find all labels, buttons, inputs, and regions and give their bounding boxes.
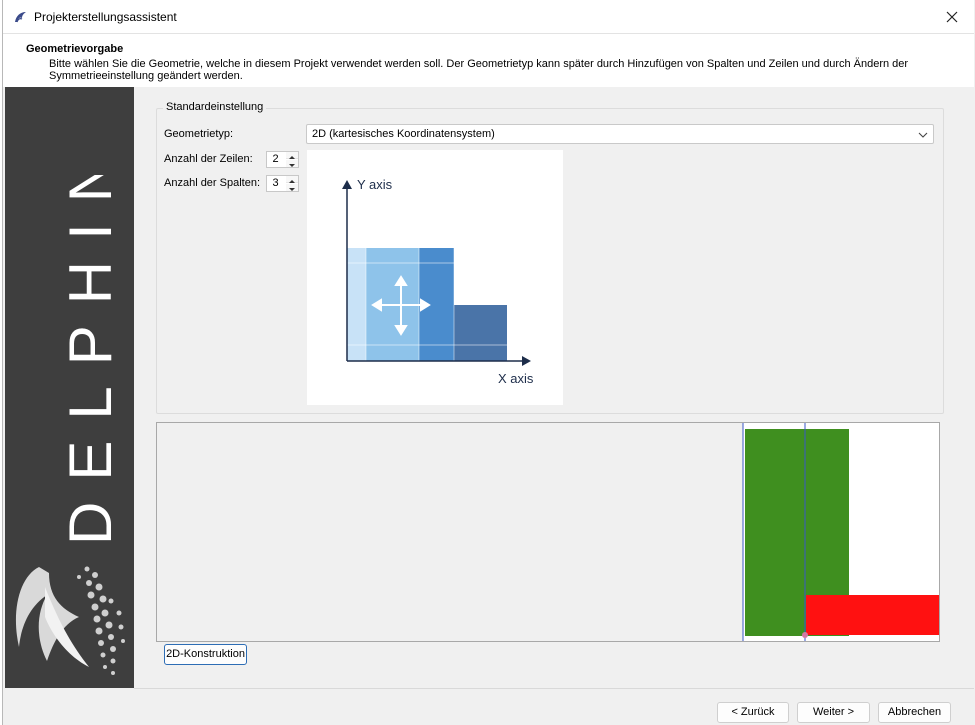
dolphin-logo-icon [15,566,125,675]
geometry-preview-image: Y axis X axis [307,150,563,405]
rows-stepper[interactable]: 2 [266,151,299,168]
grid-cell [454,305,507,361]
page-title: Geometrievorgabe [26,43,124,55]
columns-label: Anzahl der Spalten: [164,177,261,189]
close-icon [946,11,958,23]
columns-increment-button[interactable] [286,176,298,183]
x-axis-label: X axis [498,371,534,386]
dolphin-icon [15,12,26,23]
svg-text:DELPHIN: DELPHIN [57,175,124,545]
rows-decrement-button[interactable] [286,160,298,167]
arrow-down-icon [289,188,295,191]
cancel-button[interactable]: Abbrechen [878,702,951,723]
arrow-down-icon [289,164,295,167]
grid-cell [347,248,366,361]
next-button[interactable]: Weiter > [797,702,870,723]
wizard-window: Projekterstellungsassistent Geometrievor… [2,0,975,725]
page-description: Bitte wählen Sie die Geometrie, welche i… [49,58,909,82]
geometry-type-dropdown[interactable]: 2D (kartesisches Koordinatensystem) [306,124,934,144]
back-button[interactable]: < Zurück [717,702,789,723]
title-bar: Projekterstellungsassistent [3,0,974,34]
chevron-down-icon [918,132,928,138]
red-material-block [806,595,939,635]
footer-divider [134,688,974,689]
columns-decrement-button[interactable] [286,184,298,191]
wizard-header: Geometrievorgabe Bitte wählen Sie die Ge… [3,34,974,87]
close-button[interactable] [938,4,966,30]
window-title: Projekterstellungsassistent [34,10,177,24]
rows-value[interactable]: 2 [268,152,283,167]
columns-value[interactable]: 3 [268,176,283,191]
columns-stepper[interactable]: 3 [266,175,299,192]
geometry-diagram: Y axis X axis [342,177,534,386]
construction-viewport[interactable] [156,422,940,642]
brand-logo-text: DELPHIN [57,175,124,545]
rows-label: Anzahl der Zeilen: [164,153,253,165]
2d-construction-button[interactable]: 2D-Konstruktion [164,644,247,665]
side-banner: DELPHIN [5,87,134,688]
group-title: Standardeinstellung [163,101,267,113]
rows-increment-button[interactable] [286,152,298,159]
y-axis-label: Y axis [357,177,393,192]
construction-canvas [742,423,939,641]
geometry-type-value: 2D (kartesisches Koordinatensystem) [312,128,495,140]
geometry-type-label: Geometrietyp: [164,128,234,140]
